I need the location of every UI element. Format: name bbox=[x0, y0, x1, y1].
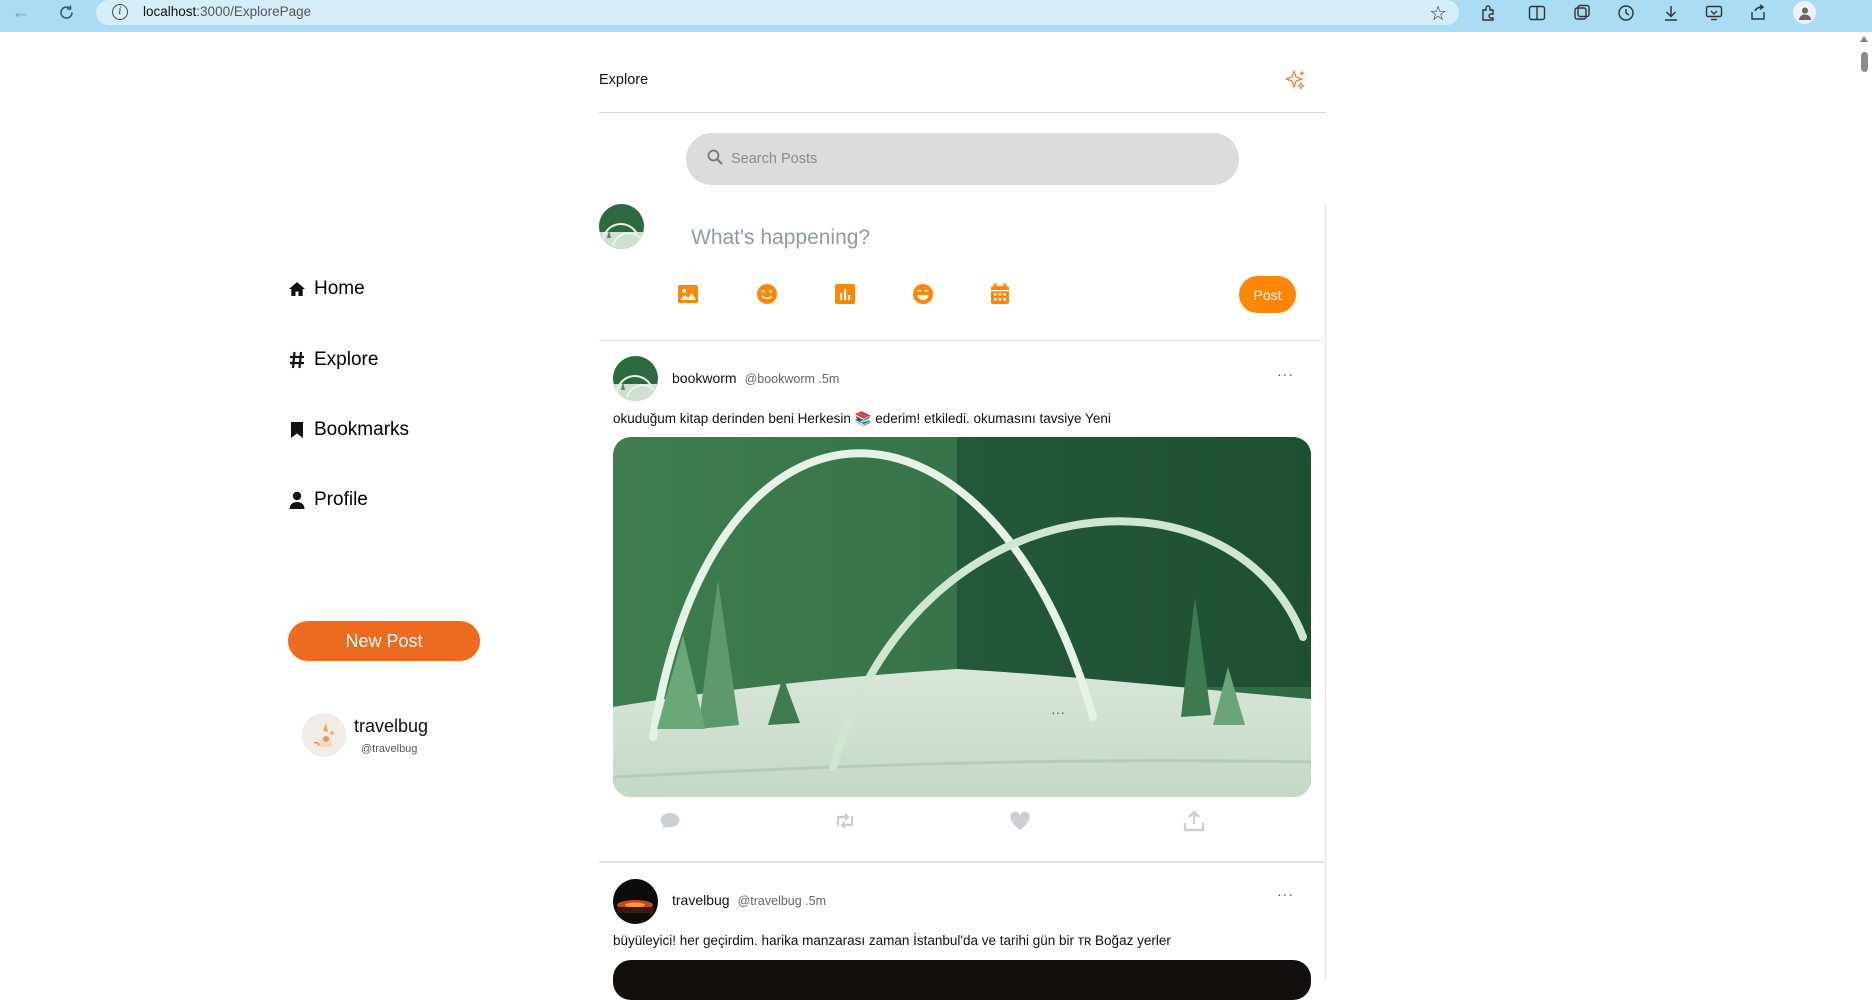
post-time: .5m bbox=[818, 372, 840, 386]
more-options-icon[interactable]: ··· bbox=[1277, 886, 1294, 902]
post-text: büyüleyici! her geçirdim. harika manzara… bbox=[613, 933, 1171, 948]
search-bar[interactable] bbox=[686, 133, 1239, 185]
site-info-icon[interactable]: i bbox=[112, 4, 128, 20]
sidebar-item-explore[interactable]: Explore bbox=[288, 349, 378, 371]
post-time: .5m bbox=[805, 894, 827, 908]
image-icon[interactable] bbox=[676, 282, 700, 306]
sidebar-item-label: Profile bbox=[314, 489, 368, 510]
post-button[interactable]: Post bbox=[1239, 276, 1296, 313]
sparkle-icon[interactable] bbox=[1284, 69, 1306, 96]
home-icon bbox=[288, 281, 306, 297]
post-meta: travelbug @travelbug .5m bbox=[672, 892, 826, 908]
user-icon bbox=[288, 491, 306, 509]
reload-icon[interactable] bbox=[53, 0, 79, 25]
post-author-name[interactable]: bookworm bbox=[672, 370, 737, 386]
sidebar-item-label: Explore bbox=[314, 349, 379, 370]
svg-text:···: ··· bbox=[1051, 704, 1065, 720]
post-text: okuduğum kitap derinden beni Herkesin 📚 … bbox=[613, 411, 1111, 426]
avatar[interactable] bbox=[613, 879, 658, 924]
post-author-handle: @travelbug .5m bbox=[738, 894, 826, 908]
post-author-handle: @bookworm .5m bbox=[745, 372, 840, 386]
current-user-handle: @travelbug bbox=[361, 742, 418, 755]
feed-post[interactable]: bookworm @bookworm .5m ··· okuduğum kita… bbox=[599, 342, 1326, 862]
page-header: Explore bbox=[599, 60, 1326, 113]
sidebar-item-profile[interactable]: Profile bbox=[288, 489, 368, 511]
compose-box: Post bbox=[599, 204, 1326, 341]
current-user-card[interactable]: travelbug @travelbug bbox=[302, 713, 428, 757]
search-icon bbox=[707, 149, 723, 170]
feed-post[interactable]: travelbug @travelbug .5m ··· büyüleyici!… bbox=[599, 862, 1326, 1000]
sidebar-item-bookmarks[interactable]: Bookmarks bbox=[288, 419, 409, 441]
browser-toolbar: ← i localhost:3000/ExplorePage ☆ bbox=[0, 0, 1872, 32]
scrollbar-thumb[interactable] bbox=[1861, 52, 1868, 72]
person-icon bbox=[1798, 7, 1811, 20]
sidebar-item-label: Bookmarks bbox=[314, 419, 410, 440]
share-icon[interactable] bbox=[1747, 2, 1769, 24]
handle-text: @travelbug bbox=[737, 894, 802, 908]
handle-text: @bookworm bbox=[744, 372, 815, 386]
post-author-name[interactable]: travelbug bbox=[672, 892, 730, 908]
sidebar-item-home[interactable]: Home bbox=[288, 278, 365, 300]
post-image[interactable]: ··· bbox=[613, 437, 1311, 797]
browser-profile-avatar[interactable] bbox=[1793, 1, 1816, 24]
new-post-button[interactable]: New Post bbox=[288, 621, 480, 661]
heart-icon[interactable] bbox=[1008, 810, 1032, 832]
share-post-icon[interactable] bbox=[1182, 810, 1206, 832]
history-icon[interactable] bbox=[1615, 2, 1637, 24]
url-text[interactable]: localhost:3000/ExplorePage bbox=[143, 4, 311, 19]
sidebar-item-label: Home bbox=[314, 278, 365, 299]
comment-icon[interactable] bbox=[658, 810, 682, 832]
laugh-icon[interactable] bbox=[911, 282, 935, 306]
page-scrollbar[interactable] bbox=[1857, 32, 1872, 980]
calendar-icon[interactable] bbox=[988, 282, 1012, 306]
avatar[interactable] bbox=[613, 356, 658, 401]
post-meta: bookworm @bookworm .5m bbox=[672, 370, 839, 386]
download-icon[interactable] bbox=[1660, 2, 1682, 24]
split-screen-icon[interactable] bbox=[1526, 2, 1548, 24]
avatar bbox=[302, 713, 346, 757]
back-icon[interactable]: ← bbox=[8, 0, 34, 25]
bookmark-icon bbox=[288, 421, 306, 439]
url-path: :3000/ExplorePage bbox=[196, 4, 312, 19]
favorite-star-icon[interactable]: ☆ bbox=[1429, 1, 1447, 26]
post-image[interactable] bbox=[613, 960, 1311, 1000]
compose-input[interactable] bbox=[691, 226, 1251, 250]
screenshot-icon[interactable] bbox=[1703, 2, 1725, 24]
hashtag-icon bbox=[288, 351, 306, 369]
url-host: localhost bbox=[143, 4, 197, 19]
search-input[interactable] bbox=[731, 151, 1191, 167]
retweet-icon[interactable] bbox=[833, 810, 857, 832]
more-options-icon[interactable]: ··· bbox=[1277, 366, 1294, 382]
scroll-up-arrow-icon[interactable] bbox=[1860, 36, 1868, 42]
page-title: Explore bbox=[599, 72, 649, 88]
emoji-icon[interactable] bbox=[755, 282, 779, 306]
collections-icon[interactable] bbox=[1571, 2, 1593, 24]
poll-icon[interactable] bbox=[833, 282, 857, 306]
avatar bbox=[599, 204, 644, 249]
extensions-icon[interactable] bbox=[1477, 2, 1499, 24]
current-user-name: travelbug bbox=[354, 715, 429, 736]
address-bar[interactable]: i localhost:3000/ExplorePage ☆ bbox=[96, 0, 1459, 25]
